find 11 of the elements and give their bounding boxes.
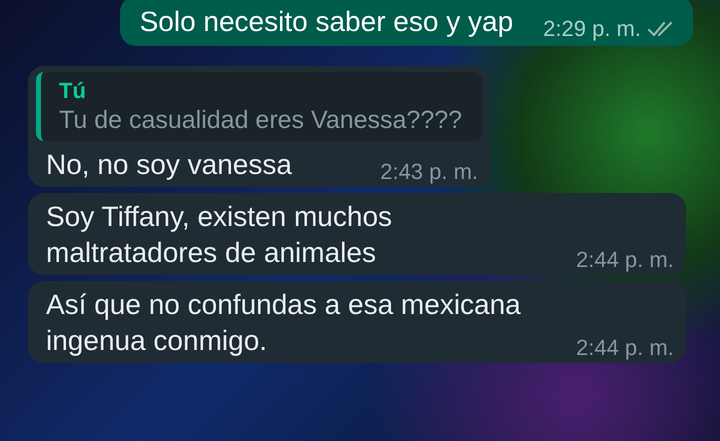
quote-text: Tu de casualidad eres Vanessa???? xyxy=(59,106,462,135)
message-text: No, no soy vanessa xyxy=(46,148,292,182)
message-time: 2:44 p. m. xyxy=(576,335,674,361)
message-time: 2:29 p. m. xyxy=(543,16,641,42)
message-text: Soy Tiffany, existen muchos maltratadores de animales xyxy=(46,200,394,270)
quote-author: Tú xyxy=(59,78,87,104)
message-time: 2:43 p. m. xyxy=(380,159,478,185)
quoted-message[interactable]: Tú Tu de casualidad eres Vanessa???? xyxy=(36,72,482,141)
message-text: Solo necesito saber eso y yap xyxy=(140,5,514,39)
message-text: Así que no confundas a esa mexicana ingenua conmigo. xyxy=(46,288,522,358)
message-time: 2:44 p. m. xyxy=(576,247,674,273)
